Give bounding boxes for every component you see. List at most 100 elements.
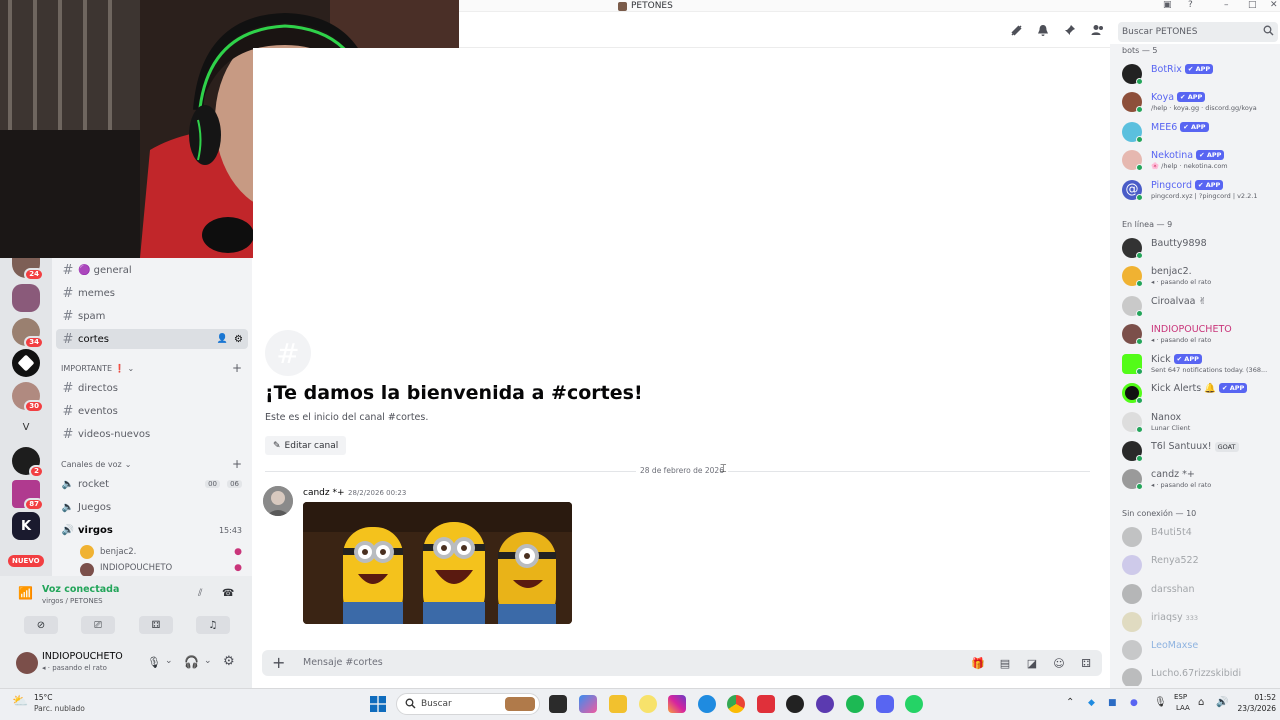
member-item[interactable]: Kick Alerts 🔔 ✔ APP xyxy=(1122,381,1278,405)
task-view-icon[interactable] xyxy=(549,695,567,713)
spotify-icon[interactable] xyxy=(846,695,864,713)
pin-icon[interactable] xyxy=(1062,22,1078,38)
server-icon[interactable]: 87 xyxy=(12,480,44,511)
member-item[interactable]: INDIOPOUCHETO ◂ · pasando el rato xyxy=(1122,322,1278,346)
apps-icon[interactable]: ⚃ xyxy=(1079,656,1093,670)
member-item[interactable]: Nanox Lunar Client xyxy=(1122,410,1278,434)
clock-time[interactable]: 01:52 xyxy=(1240,693,1276,702)
app-icon[interactable] xyxy=(816,695,834,713)
member-item[interactable]: B4uti5t4 xyxy=(1122,525,1278,549)
server-icon[interactable] xyxy=(12,284,40,312)
noise-suppression-icon[interactable]: ⫽ xyxy=(198,588,202,599)
threads-icon[interactable] xyxy=(1008,22,1024,38)
avatar[interactable] xyxy=(263,486,293,516)
voice-channel-virgos[interactable]: 🔊 virgos 15:43 xyxy=(56,520,248,540)
channel-memes[interactable]: # memes xyxy=(56,283,248,303)
member-item[interactable]: Lucho.67rizzskibidi xyxy=(1122,666,1278,686)
chrome-icon[interactable] xyxy=(727,695,745,713)
whatsapp-icon[interactable] xyxy=(905,695,923,713)
member-item[interactable]: LeoMaxse xyxy=(1122,638,1278,662)
message-author[interactable]: candz *+ xyxy=(303,488,345,498)
taskbar-search[interactable]: Buscar xyxy=(396,693,540,715)
add-channel-button[interactable]: + xyxy=(232,361,242,375)
disconnect-icon[interactable]: ☎ xyxy=(222,588,234,599)
copilot-icon[interactable] xyxy=(579,695,597,713)
member-item[interactable]: Bautty9898 xyxy=(1122,236,1278,260)
screen-share-button[interactable]: ⎚ xyxy=(81,616,115,634)
chevron-up-icon[interactable]: ⌃ xyxy=(1066,697,1074,708)
voice-user[interactable]: INDIOPOUCHETO ● xyxy=(80,563,248,576)
invite-icon[interactable]: 👤 xyxy=(217,334,228,344)
sticker-icon[interactable]: ◪ xyxy=(1025,656,1039,670)
member-item[interactable]: Koya ✔ APP /help · koya.gg · discord.gg/k… xyxy=(1122,90,1278,114)
channel-general[interactable]: # 🟣 general xyxy=(56,260,248,280)
notification-bell-icon[interactable] xyxy=(1035,22,1051,38)
member-item[interactable]: benjac2. ◂ · pasando el rato xyxy=(1122,264,1278,288)
member-item[interactable]: Nekotina ✔ APP 🌸 /help · nekotina.com xyxy=(1122,148,1278,172)
tray-icon[interactable]: ■ xyxy=(1108,698,1117,708)
server-icon[interactable] xyxy=(12,349,40,377)
avatar[interactable] xyxy=(16,652,38,674)
weather-icon[interactable]: ⛅ xyxy=(12,694,28,709)
settings-gear-icon[interactable]: ⚙ xyxy=(223,654,235,669)
chevron-down-icon[interactable]: ⌄ xyxy=(165,656,173,666)
keyboard-lang[interactable]: ESP xyxy=(1174,693,1187,701)
edit-channel-button[interactable]: ✎ Editar canal xyxy=(265,436,347,455)
microphone-icon[interactable]: 🎙 xyxy=(1154,697,1167,708)
windows-start-icon[interactable] xyxy=(370,696,386,712)
member-item[interactable]: Ciroalvaa ✌ xyxy=(1122,294,1278,318)
app-icon[interactable] xyxy=(786,695,804,713)
discord-icon[interactable] xyxy=(876,695,894,713)
voice-user[interactable]: benjac2. ● xyxy=(80,542,248,562)
server-icon[interactable]: K xyxy=(12,512,40,540)
file-explorer-icon[interactable] xyxy=(609,695,627,713)
server-icon[interactable]: 30 xyxy=(12,382,44,413)
server-icon[interactable]: 2 xyxy=(12,447,44,478)
member-item[interactable]: BotRix ✔ APP xyxy=(1122,62,1278,86)
member-item[interactable]: MEE6 ✔ APP xyxy=(1122,120,1278,144)
camera-off-button[interactable]: ⊘ xyxy=(24,616,58,634)
tray-icon[interactable]: ● xyxy=(1130,698,1138,708)
message-input[interactable]: Mensaje #cortes xyxy=(303,657,383,668)
member-item[interactable]: Kick ✔ APP Sent 647 notifications today. … xyxy=(1122,352,1278,376)
soundboard-button[interactable]: ♫ xyxy=(196,616,230,634)
gift-icon[interactable]: 🎁 xyxy=(971,656,985,670)
category-voz[interactable]: Canales de voz ⌄ xyxy=(61,460,131,469)
activities-button[interactable]: ⚃ xyxy=(139,616,173,634)
microphone-icon[interactable]: 🎙 xyxy=(147,656,161,669)
category-importante[interactable]: IMPORTANTE ❗ ⌄ xyxy=(61,364,134,373)
new-badge[interactable]: NUEVO xyxy=(8,555,44,567)
maximize-button[interactable]: □ xyxy=(1248,0,1257,10)
settings-gear-icon[interactable]: ⚙ xyxy=(234,334,243,345)
channel-cortes[interactable]: # cortes 👤 ⚙ xyxy=(56,329,248,349)
network-icon[interactable]: ⌂ xyxy=(1198,697,1204,708)
headphones-icon[interactable]: 🎧 xyxy=(184,655,199,669)
edge-icon[interactable] xyxy=(698,695,716,713)
message-gif-attachment[interactable] xyxy=(303,502,572,624)
add-channel-button[interactable]: + xyxy=(232,457,242,471)
inbox-icon[interactable]: ▣ xyxy=(1163,0,1172,10)
member-list-icon[interactable] xyxy=(1089,22,1105,38)
voice-channel-rocket[interactable]: 🔈 rocket 00 06 xyxy=(56,474,248,494)
member-item[interactable]: candz *+ ◂ · pasando el rato xyxy=(1122,467,1278,491)
help-icon[interactable]: ? xyxy=(1188,0,1193,10)
channel-directos[interactable]: # directos xyxy=(56,378,248,398)
tray-icon[interactable]: ◆ xyxy=(1088,698,1095,708)
gif-icon[interactable]: ▤ xyxy=(998,656,1012,670)
minimize-button[interactable]: – xyxy=(1224,0,1229,10)
member-item[interactable]: Renya522 xyxy=(1122,553,1278,577)
channel-eventos[interactable]: # eventos xyxy=(56,401,248,421)
close-button[interactable]: ✕ xyxy=(1270,0,1278,10)
member-item[interactable]: T6l Santuux! GOAT xyxy=(1122,439,1278,463)
channel-videos-nuevos[interactable]: # videos-nuevos xyxy=(56,424,248,444)
app-icon[interactable] xyxy=(757,695,775,713)
volume-icon[interactable]: 🔊 xyxy=(1216,697,1228,708)
voice-channel-juegos[interactable]: 🔈 Juegos xyxy=(56,497,248,517)
member-item[interactable]: @ Pingcord ✔ APP pingcord.xyz | ?pingcord… xyxy=(1122,178,1278,202)
member-item[interactable]: darsshan xyxy=(1122,582,1278,606)
add-attachment-button[interactable]: + xyxy=(272,653,285,672)
emoji-icon[interactable]: ☺ xyxy=(1052,656,1066,670)
server-icon[interactable]: 34 xyxy=(12,318,44,349)
search-input[interactable]: Buscar PETONES xyxy=(1118,22,1278,42)
app-icon[interactable] xyxy=(639,695,657,713)
